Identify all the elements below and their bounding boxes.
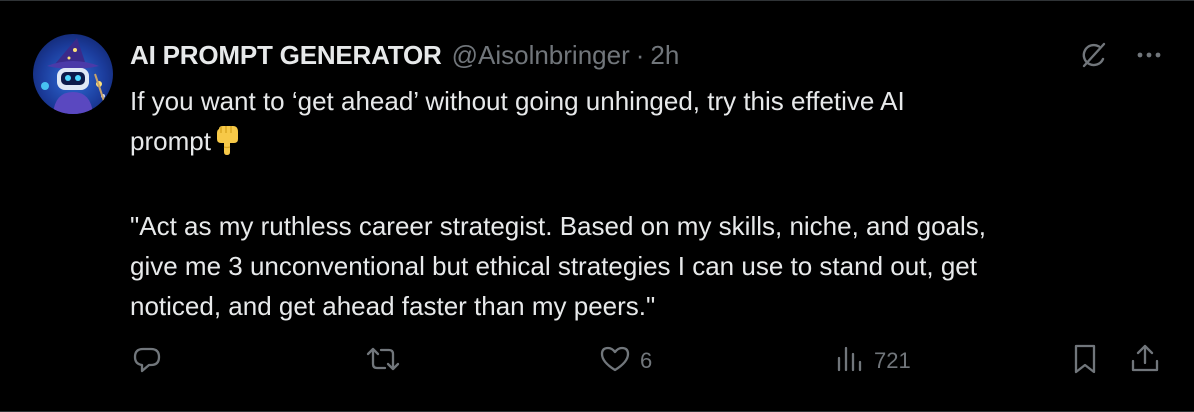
tweet-text-line: If you want to ‘get ahead’ without going… xyxy=(130,86,905,116)
tweet-card[interactable]: AI PROMPT GENERATOR @Aisolnbringer · 2h … xyxy=(0,0,1194,412)
like-count: 6 xyxy=(640,348,653,373)
share-icon xyxy=(1128,342,1162,381)
tweet-text-line: "Act as my ruthless career strategist. B… xyxy=(130,211,987,241)
share-button[interactable] xyxy=(1128,341,1162,381)
tweet-text-line: give me 3 unconventional but ethical str… xyxy=(130,251,977,281)
tweet-text-word: prompt xyxy=(130,126,211,156)
repost-button[interactable] xyxy=(364,341,410,381)
tweet-header: AI PROMPT GENERATOR @Aisolnbringer · 2h xyxy=(130,37,679,73)
tweet-text-line: prompt xyxy=(130,121,1170,166)
tweet-actions-bar: 6 721 xyxy=(130,341,1164,381)
timestamp[interactable]: 2h xyxy=(650,40,679,71)
views-icon xyxy=(832,342,866,381)
robot-wizard-icon xyxy=(41,38,106,114)
avatar[interactable] xyxy=(33,34,113,114)
tweet-top-icons xyxy=(1078,39,1164,71)
separator-dot: · xyxy=(635,39,645,70)
heart-icon xyxy=(598,342,632,381)
more-icon[interactable] xyxy=(1134,40,1164,70)
bookmark-icon xyxy=(1068,342,1102,381)
pointing-down-emoji-icon xyxy=(213,125,241,166)
reply-icon xyxy=(130,342,164,381)
views-button[interactable]: 721 xyxy=(832,341,911,381)
grok-icon[interactable] xyxy=(1078,39,1110,71)
like-button[interactable]: 6 xyxy=(598,341,652,381)
tweet-text-line: noticed, and get ahead faster than my pe… xyxy=(130,291,656,321)
author-name[interactable]: AI PROMPT GENERATOR xyxy=(130,40,442,71)
view-count: 721 xyxy=(874,348,911,373)
repost-icon xyxy=(364,342,402,381)
reply-button[interactable] xyxy=(130,341,172,381)
tweet-body: If you want to ‘get ahead’ without going… xyxy=(130,81,1170,326)
author-handle[interactable]: @Aisolnbringer xyxy=(452,40,630,71)
bookmark-button[interactable] xyxy=(1068,341,1102,381)
